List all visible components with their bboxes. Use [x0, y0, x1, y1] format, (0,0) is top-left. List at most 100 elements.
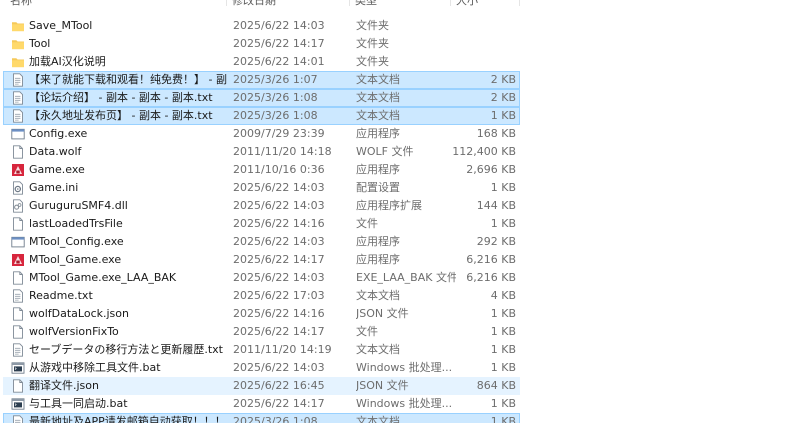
window-app-icon: [11, 127, 25, 141]
file-size: 112,400 KB: [452, 145, 516, 158]
file-row[interactable]: Game.ini 2025/6/22 14:03 配置设置 1 KB: [3, 179, 520, 197]
column-divider[interactable]: [519, 0, 520, 6]
file-name: 最新地址及APP请发邮箱自动获取！！！...: [29, 415, 227, 423]
file-modified-date: 2025/6/22 14:03: [233, 19, 325, 32]
column-divider[interactable]: [226, 0, 227, 6]
batch-file-icon: [11, 397, 25, 411]
column-header: 名称 修改日期 类型 大小: [0, 0, 520, 8]
file-row[interactable]: lastLoadedTrsFile 2025/6/22 14:16 文件 1 KB: [3, 215, 520, 233]
file-size: 168 KB: [476, 127, 516, 140]
file-row[interactable]: 翻译文件.json 2025/6/22 16:45 JSON 文件 864 KB: [3, 377, 520, 395]
game-app-icon: [11, 163, 25, 177]
file-name: 【论坛介绍】 - 副本 - 副本 - 副本.txt: [29, 91, 213, 104]
file-modified-date: 2025/6/22 14:03: [233, 361, 325, 374]
file-row[interactable]: セーブデータの移行方法と更新履歴.txt 2011/11/20 14:19 文本文档…: [3, 341, 520, 359]
file-row[interactable]: GuruguruSMF4.dll 2025/6/22 14:03 应用程序扩展 144…: [3, 197, 520, 215]
file-modified-date: 2025/6/22 14:16: [233, 217, 325, 230]
file-size: 2 KB: [490, 91, 516, 104]
file-size: [434, 36, 516, 52]
file-row[interactable]: wolfDataLock.json 2025/6/22 14:16 JSON 文件 1…: [3, 305, 520, 323]
blank-file-icon: [11, 217, 25, 231]
dll-file-icon: [11, 199, 25, 213]
file-name: Config.exe: [29, 127, 88, 140]
blank-file-icon: [11, 145, 25, 159]
batch-file-icon: [11, 361, 25, 375]
file-modified-date: 2025/6/22 14:17: [233, 397, 325, 410]
file-name: MTool_Game.exe_LAA_BAK: [29, 271, 177, 284]
column-divider[interactable]: [450, 0, 451, 6]
file-modified-date: 2025/6/22 14:17: [233, 325, 325, 338]
folder-icon: [11, 37, 25, 51]
file-name: GuruguruSMF4.dll: [29, 199, 128, 212]
file-modified-date: 2025/6/22 16:45: [233, 379, 325, 392]
file-modified-date: 2025/6/22 17:03: [233, 289, 325, 302]
file-row[interactable]: MTool_Game.exe_LAA_BAK 2025/6/22 14:03 EXE…: [3, 269, 520, 287]
blank-file-icon: [11, 379, 25, 393]
file-row[interactable]: 【论坛介绍】 - 副本 - 副本 - 副本.txt 2025/3/26 1:08 文…: [3, 89, 520, 107]
file-row[interactable]: Save_MTool 2025/6/22 14:03 文件夹: [3, 17, 520, 35]
file-name: セーブデータの移行方法と更新履歴.txt: [29, 343, 223, 356]
text-file-icon: [11, 91, 25, 105]
file-row[interactable]: MTool_Config.exe 2025/6/22 14:03 应用程序 292 K…: [3, 233, 520, 251]
column-header-date[interactable]: 修改日期: [232, 0, 276, 8]
file-modified-date: 2025/3/26 1:08: [233, 109, 318, 122]
file-modified-date: 2011/11/20 14:18: [233, 145, 332, 158]
file-list: Save_MTool 2025/6/22 14:03 文件夹 Tool 2025/6/2…: [0, 17, 520, 423]
file-name: 与工具一同启动.bat: [29, 397, 128, 410]
file-row[interactable]: Data.wolf 2011/11/20 14:18 WOLF 文件 112,400 …: [3, 143, 520, 161]
file-size: 864 KB: [476, 379, 516, 392]
column-header-name[interactable]: 名称: [10, 0, 32, 8]
file-name: Readme.txt: [29, 289, 93, 302]
file-row[interactable]: 加载AI汉化说明 2025/6/22 14:01 文件夹: [3, 53, 520, 71]
file-row[interactable]: Config.exe 2009/7/29 23:39 应用程序 168 KB: [3, 125, 520, 143]
file-name: Game.exe: [29, 163, 85, 176]
file-name: MTool_Config.exe: [29, 235, 124, 248]
file-name: Game.ini: [29, 181, 79, 194]
file-size: [434, 18, 516, 34]
folder-icon: [11, 19, 25, 33]
file-name: 从游戏中移除工具文件.bat: [29, 361, 161, 374]
file-name: 【永久地址发布页】 - 副本 - 副本.txt: [29, 109, 213, 122]
file-modified-date: 2025/3/26 1:08: [233, 415, 318, 423]
file-name: 加载AI汉化说明: [29, 55, 106, 68]
file-size: 4 KB: [490, 289, 516, 302]
file-size: 1 KB: [490, 307, 516, 320]
file-row[interactable]: Tool 2025/6/22 14:17 文件夹: [3, 35, 520, 53]
file-modified-date: 2011/11/20 14:19: [233, 343, 332, 356]
file-row[interactable]: 【来了就能下载和观看！纯免费！】 - 副... 2025/3/26 1:07 文本文…: [3, 71, 520, 89]
file-size: 1 KB: [490, 109, 516, 122]
folder-icon: [11, 55, 25, 69]
column-header-size[interactable]: 大小: [456, 0, 478, 8]
file-name: wolfDataLock.json: [29, 307, 129, 320]
file-name: Tool: [29, 37, 51, 50]
file-row[interactable]: 最新地址及APP请发邮箱自动获取！！！... 2025/3/26 1:08 文本文档…: [3, 413, 520, 423]
blank-file-icon: [11, 271, 25, 285]
blank-file-icon: [11, 325, 25, 339]
file-row[interactable]: Readme.txt 2025/6/22 17:03 文本文档 4 KB: [3, 287, 520, 305]
game-app-icon: [11, 253, 25, 267]
file-size: 144 KB: [476, 199, 516, 212]
file-row[interactable]: Game.exe 2011/10/16 0:36 应用程序 2,696 KB: [3, 161, 520, 179]
file-explorer: 名称 修改日期 类型 大小 Save_MTool 2025/6/22 14:03 文…: [0, 0, 800, 423]
file-row[interactable]: MTool_Game.exe 2025/6/22 14:17 应用程序 6,216 K…: [3, 251, 520, 269]
file-size: 1 KB: [490, 217, 516, 230]
file-modified-date: 2025/3/26 1:07: [233, 73, 318, 86]
file-modified-date: 2025/6/22 14:03: [233, 271, 325, 284]
file-size: 2,696 KB: [466, 163, 516, 176]
file-row[interactable]: 与工具一同启动.bat 2025/6/22 14:17 Windows 批处理...…: [3, 395, 520, 413]
blank-file-icon: [11, 307, 25, 321]
file-name: 【来了就能下载和观看！纯免费！】 - 副...: [29, 73, 227, 86]
file-modified-date: 2025/6/22 14:03: [233, 235, 325, 248]
file-row[interactable]: 从游戏中移除工具文件.bat 2025/6/22 14:03 Windows 批处理…: [3, 359, 520, 377]
file-row[interactable]: 【永久地址发布页】 - 副本 - 副本.txt 2025/3/26 1:08 文本文…: [3, 107, 520, 125]
column-divider[interactable]: [349, 0, 350, 6]
file-name: 翻译文件.json: [29, 379, 99, 392]
file-name: MTool_Game.exe: [29, 253, 122, 266]
file-row[interactable]: wolfVersionFixTo 2025/6/22 14:17 文件 1 KB: [3, 323, 520, 341]
file-size: 1 KB: [490, 181, 516, 194]
column-header-type[interactable]: 类型: [355, 0, 377, 8]
file-size: 1 KB: [490, 325, 516, 338]
file-size: 292 KB: [476, 235, 516, 248]
file-name: Save_MTool: [29, 19, 93, 32]
file-size: 1 KB: [490, 397, 516, 410]
